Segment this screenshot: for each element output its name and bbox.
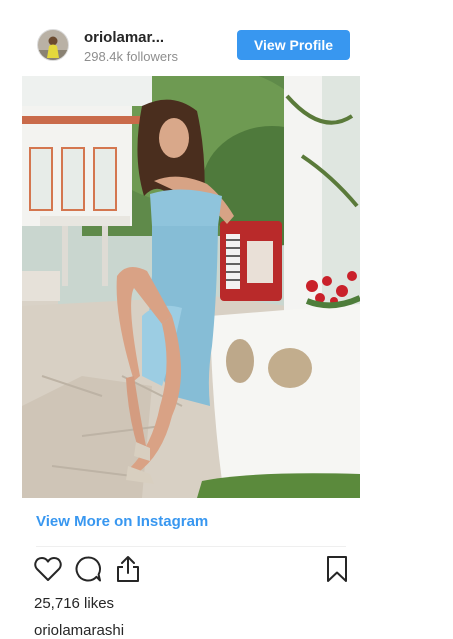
bookmark-icon (325, 555, 349, 588)
avatar[interactable] (37, 29, 69, 61)
like-button[interactable] (32, 554, 64, 588)
like-count: 25,716 likes (34, 595, 115, 612)
save-button[interactable] (321, 554, 353, 588)
username[interactable]: oriolamar... (84, 29, 164, 46)
view-more-link[interactable]: View More on Instagram (36, 513, 208, 530)
instagram-embed-card: oriolamar... 298.4k followers View Profi… (22, 16, 360, 639)
caption-username[interactable]: oriolamarashi (34, 622, 124, 639)
comment-bubble-icon (74, 555, 102, 588)
action-bar (22, 554, 360, 590)
comment-button[interactable] (72, 554, 104, 588)
view-profile-button[interactable]: View Profile (237, 30, 350, 60)
heart-icon (34, 556, 62, 587)
follower-count: 298.4k followers (84, 49, 178, 64)
post-header: oriolamar... 298.4k followers View Profi… (22, 16, 360, 76)
share-button[interactable] (112, 554, 144, 588)
post-photo[interactable] (22, 76, 360, 498)
divider (36, 546, 346, 547)
share-icon (115, 555, 141, 588)
